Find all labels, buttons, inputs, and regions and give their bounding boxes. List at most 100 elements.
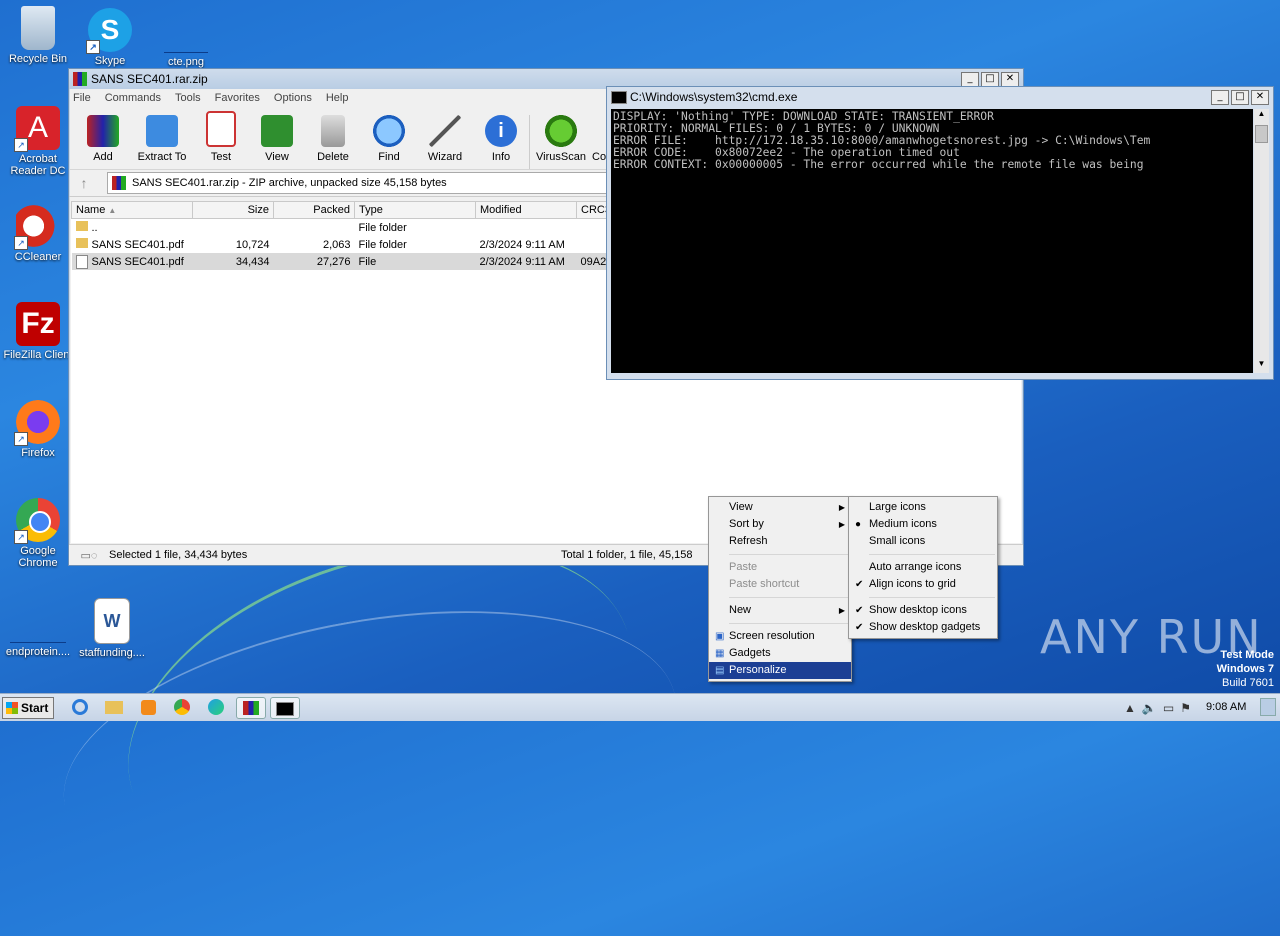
cmd-window[interactable]: C:\Windows\system32\cmd.exe _ □ ✕ DISPLA… <box>606 86 1274 380</box>
status-selection: Selected 1 file, 34,434 bytes <box>109 549 248 561</box>
column-header-modified[interactable]: Modified <box>475 201 577 219</box>
column-header-size[interactable]: Size <box>192 201 274 219</box>
tool-label: Extract To <box>137 151 187 163</box>
desktop-icon-staffunding[interactable]: W staffunding.... <box>74 598 150 659</box>
menu-item-refresh[interactable]: Refresh <box>709 533 851 550</box>
menu-item-show-desktop-icons[interactable]: ✔ Show desktop icons <box>849 602 997 619</box>
wizard-button[interactable]: Wizard <box>417 115 473 169</box>
clock[interactable]: 9:08 AM <box>1206 701 1246 713</box>
tool-label: Find <box>378 151 400 163</box>
test-mode-line: Test Mode <box>1220 649 1274 661</box>
desktop-icon-filezilla[interactable]: Fz FileZilla Client <box>0 302 76 361</box>
menu-favorites[interactable]: Favorites <box>215 92 260 104</box>
start-button[interactable]: Start <box>2 697 54 719</box>
virusscan-button[interactable]: VirusScan <box>529 115 592 169</box>
minimize-button[interactable]: _ <box>1211 89 1229 105</box>
test-button[interactable]: Test <box>193 111 249 169</box>
menu-item-paste-shortcut: Paste shortcut <box>729 578 800 590</box>
cell-type: File folder <box>358 221 407 234</box>
maximize-button[interactable]: □ <box>981 71 999 87</box>
word-document-icon: W <box>94 598 130 644</box>
folder-icon <box>146 115 178 147</box>
sort-ascending-icon: ▲ <box>108 206 117 215</box>
taskbar-ie-icon[interactable] <box>68 697 92 717</box>
minimize-button[interactable]: _ <box>961 71 979 87</box>
tool-label: Info <box>491 151 511 163</box>
up-arrow-icon[interactable]: ↑ <box>69 175 99 191</box>
trash-icon <box>321 115 345 147</box>
menu-item-show-desktop-gadgets[interactable]: ✔ Show desktop gadgets <box>849 619 997 636</box>
status-total: Total 1 folder, 1 file, 45,158 <box>561 549 693 561</box>
menu-separator <box>869 554 995 555</box>
cmd-titlebar[interactable]: C:\Windows\system32\cmd.exe _ □ ✕ <box>607 87 1273 107</box>
menu-item-align-to-grid[interactable]: ✔ Align icons to grid <box>849 576 997 593</box>
desktop-icon-skype[interactable]: S ↗ Skype <box>72 8 148 67</box>
menu-item-gadgets[interactable]: ▦ Gadgets <box>709 645 851 662</box>
info-button[interactable]: i Info <box>473 115 529 169</box>
cell-size <box>193 219 274 237</box>
close-button[interactable]: ✕ <box>1001 71 1019 87</box>
add-button[interactable]: Add <box>75 115 131 169</box>
maximize-button[interactable]: □ <box>1231 89 1249 105</box>
show-hidden-icons-icon[interactable]: ▲ <box>1124 701 1136 715</box>
find-button[interactable]: Find <box>361 115 417 169</box>
menu-item-medium-icons[interactable]: ● Medium icons <box>849 516 997 533</box>
cell-packed <box>274 219 355 237</box>
menu-file[interactable]: File <box>73 92 91 104</box>
table-row[interactable]: .. File folder <box>72 219 622 237</box>
column-header-name[interactable]: Name ▲ <box>71 201 193 219</box>
info-icon: i <box>485 115 517 147</box>
taskbar-cmd-button[interactable] <box>270 697 300 719</box>
volume-icon[interactable]: 🔈 <box>1142 701 1157 715</box>
taskbar-edge-icon[interactable] <box>204 697 228 717</box>
tool-label: View <box>265 151 289 163</box>
menu-commands[interactable]: Commands <box>105 92 161 104</box>
delete-button[interactable]: Delete <box>305 115 361 169</box>
scroll-down-arrow-icon[interactable]: ▼ <box>1254 359 1269 373</box>
menu-item-auto-arrange[interactable]: Auto arrange icons <box>849 559 997 576</box>
menu-item-new[interactable]: New ▶ <box>709 602 851 619</box>
table-row[interactable]: SANS SEC401.pdf 10,724 2,063 File folder… <box>72 236 622 253</box>
tool-label: Co <box>592 151 607 163</box>
scroll-up-arrow-icon[interactable]: ▲ <box>1254 109 1269 123</box>
view-submenu: Large icons ● Medium icons Small icons Au… <box>848 496 998 639</box>
desktop-icon-cte[interactable]: cte.png <box>148 8 224 68</box>
tool-label: Test <box>210 151 232 163</box>
menu-help[interactable]: Help <box>326 92 349 104</box>
column-header-packed[interactable]: Packed <box>273 201 355 219</box>
show-desktop-button[interactable] <box>1260 698 1276 716</box>
menu-item-small-icons[interactable]: Small icons <box>849 533 997 550</box>
desktop-icon-label: endprotein.... <box>5 646 71 658</box>
column-header-type[interactable]: Type <box>354 201 476 219</box>
taskbar-winrar-button[interactable] <box>236 697 266 719</box>
action-center-flag-icon[interactable]: ⚑ <box>1180 701 1191 715</box>
menu-item-personalize[interactable]: ▤ Personalize <box>709 662 851 679</box>
close-button[interactable]: ✕ <box>1251 89 1269 105</box>
console-output[interactable]: DISPLAY: 'Nothing' TYPE: DOWNLOAD STATE:… <box>611 109 1253 373</box>
vertical-scrollbar[interactable]: ▲ ▼ <box>1254 109 1269 373</box>
network-icon[interactable]: ▭ <box>1163 701 1174 715</box>
extract-to-button[interactable]: Extract To <box>131 115 193 169</box>
desktop-icon-acrobat[interactable]: A ↗ Acrobat Reader DC <box>0 106 76 177</box>
desktop-icon-recycle-bin[interactable]: Recycle Bin <box>0 6 76 65</box>
menu-item-sort-by[interactable]: Sort by ▶ <box>709 516 851 533</box>
menu-item-large-icons[interactable]: Large icons <box>849 499 997 516</box>
desktop-icon-ccleaner[interactable]: ↗ CCleaner <box>0 204 76 263</box>
taskbar-explorer-icon[interactable] <box>102 697 126 717</box>
desktop-icon-label: Acrobat Reader DC <box>10 153 66 177</box>
menu-item-screen-resolution[interactable]: ▣ Screen resolution <box>709 628 851 645</box>
submenu-arrow-icon: ▶ <box>838 606 845 615</box>
tool-label: Add <box>93 151 113 163</box>
desktop-icon-label: FileZilla Client <box>3 349 73 361</box>
desktop-icon-chrome[interactable]: ↗ Google Chrome <box>0 498 76 569</box>
menu-options[interactable]: Options <box>274 92 312 104</box>
scroll-thumb[interactable] <box>1255 125 1268 143</box>
view-button[interactable]: View <box>249 115 305 169</box>
desktop-icon-firefox[interactable]: ↗ Firefox <box>0 400 76 459</box>
desktop-icon-endprotein[interactable]: endprotein.... <box>0 598 76 658</box>
taskbar-chrome-icon[interactable] <box>170 697 194 717</box>
taskbar-media-player-icon[interactable] <box>136 697 160 717</box>
table-row-selected[interactable]: SANS SEC401.pdf 34,434 27,276 File 2/3/2… <box>71 253 622 270</box>
menu-tools[interactable]: Tools <box>175 92 201 104</box>
menu-item-view[interactable]: View ▶ <box>709 499 851 516</box>
